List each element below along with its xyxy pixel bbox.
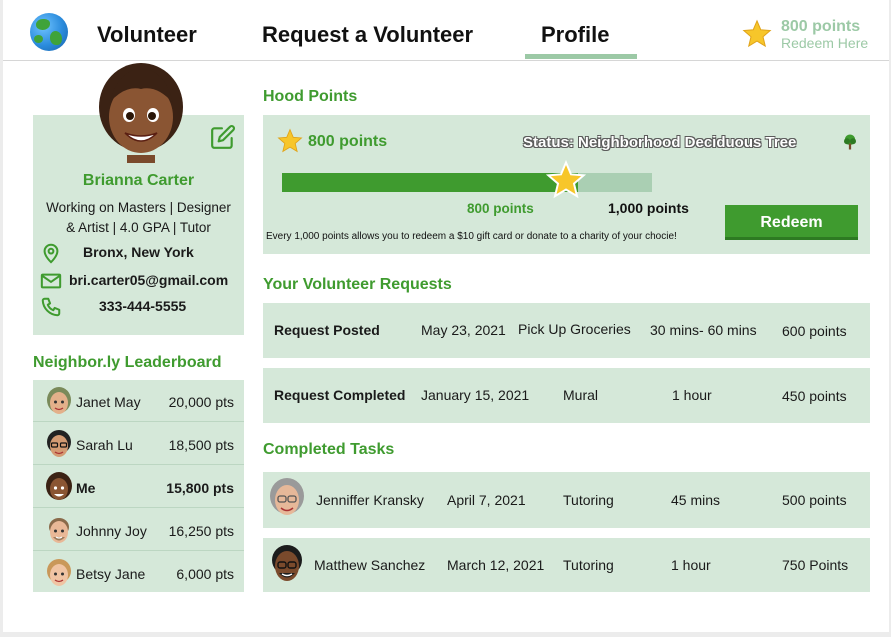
- profile-bio-line-1: Working on Masters | Designer: [46, 200, 231, 215]
- request-points: 450 points: [782, 388, 847, 404]
- progress-current-label: 800 points: [467, 201, 534, 216]
- hood-points-total: 800 points: [308, 133, 388, 150]
- star-icon: [742, 19, 772, 48]
- avatar: [47, 559, 71, 586]
- profile-phone-text: 333-444-5555: [99, 298, 187, 314]
- request-duration: 30 mins- 60 mins: [650, 322, 757, 338]
- leaderboard-name: Johnny Joy: [76, 523, 147, 539]
- avatar: [47, 387, 71, 414]
- request-points: 600 points: [782, 323, 847, 339]
- completed-date: April 7, 2021: [447, 492, 526, 508]
- request-task: Mural: [563, 387, 599, 403]
- avatar: [99, 63, 183, 163]
- hood-points-title: Hood Points: [263, 88, 358, 105]
- leaderboard-points: 15,800 pts: [166, 480, 234, 496]
- completed-task: Tutoring: [563, 492, 614, 508]
- profile-bio-line-2: & Artist | 4.0 GPA | Tutor: [66, 220, 211, 235]
- avatar: [47, 430, 71, 457]
- leaderboard-row[interactable]: Johnny Joy 16,250 pts: [33, 509, 244, 551]
- completed-duration: 45 mins: [671, 492, 721, 508]
- completed-task-row[interactable]: Matthew Sanchez March 12, 2021 Tutoring …: [263, 538, 870, 592]
- profile-phone: 333-444-5555: [33, 296, 244, 318]
- completed-name: Jenniffer Kransky: [316, 492, 424, 508]
- leaderboard: Janet May 20,000 pts Sarah Lu 18,500 pts…: [33, 380, 244, 592]
- completed-name: Matthew Sanchez: [314, 557, 426, 573]
- progress-bar: [282, 173, 652, 192]
- leaderboard-points: 18,500 pts: [168, 437, 234, 453]
- leaderboard-points: 6,000 pts: [176, 566, 234, 582]
- leaderboard-name: Janet May: [76, 394, 141, 410]
- completed-date: March 12, 2021: [447, 557, 545, 573]
- leaderboard-points: 20,000 pts: [168, 394, 234, 410]
- request-date: May 23, 2021: [421, 322, 506, 338]
- top-nav: Volunteer Request a Volunteer Profile 80…: [3, 0, 889, 61]
- completed-duration: 1 hour: [671, 557, 711, 573]
- globe-logo-icon[interactable]: [30, 13, 68, 51]
- request-status: Request Completed: [274, 387, 406, 403]
- status-badge: Status: Neighborhood Deciduous Tree: [523, 134, 797, 151]
- nav-request-volunteer[interactable]: Request a Volunteer: [262, 22, 473, 48]
- leaderboard-row[interactable]: Janet May 20,000 pts: [33, 380, 244, 422]
- nav-points-total: 800 points: [781, 18, 861, 35]
- profile-location: Bronx, New York: [33, 242, 244, 264]
- redeem-button[interactable]: Redeem: [725, 205, 858, 240]
- nav-volunteer[interactable]: Volunteer: [97, 22, 197, 48]
- profile-bio: Working on Masters | Designer & Artist |…: [33, 198, 244, 238]
- profile-name: Brianna Carter: [82, 172, 195, 189]
- request-status: Request Posted: [274, 322, 380, 338]
- leaderboard-name: Sarah Lu: [76, 437, 133, 453]
- request-task: Pick Up Groceries: [518, 321, 631, 337]
- request-duration: 1 hour: [672, 387, 712, 403]
- location-pin-icon: [43, 243, 59, 264]
- leaderboard-row[interactable]: Sarah Lu 18,500 pts: [33, 423, 244, 465]
- completed-task: Tutoring: [563, 557, 614, 573]
- active-tab-indicator: [525, 54, 637, 59]
- request-row[interactable]: Request Posted May 23, 2021 Pick Up Groc…: [263, 303, 870, 358]
- nav-profile[interactable]: Profile: [541, 22, 609, 48]
- profile-email-text[interactable]: bri.carter05@gmail.com: [69, 272, 228, 288]
- avatar: [272, 545, 302, 581]
- volunteer-requests-title: Your Volunteer Requests: [263, 276, 452, 293]
- completed-task-row[interactable]: Jenniffer Kransky April 7, 2021 Tutoring…: [263, 472, 870, 528]
- leaderboard-points: 16,250 pts: [168, 523, 234, 539]
- phone-icon: [41, 297, 61, 317]
- leaderboard-name: Me: [76, 480, 96, 496]
- leaderboard-title: Neighbor.ly Leaderboard: [33, 354, 222, 371]
- hood-points-note: Every 1,000 points allows you to redeem …: [266, 231, 677, 242]
- nav-redeem-link[interactable]: Redeem Here: [781, 35, 868, 51]
- profile-location-text: Bronx, New York: [83, 244, 194, 260]
- profile-email: bri.carter05@gmail.com: [33, 270, 244, 292]
- avatar: [49, 518, 69, 543]
- completed-points: 750 Points: [782, 557, 849, 573]
- progress-bar-fill: [282, 173, 578, 192]
- completed-points: 500 points: [782, 492, 847, 508]
- leaderboard-row[interactable]: Betsy Jane 6,000 pts: [33, 552, 244, 594]
- star-icon: [545, 160, 587, 199]
- progress-max-label: 1,000 points: [608, 200, 689, 216]
- mail-icon: [40, 273, 62, 289]
- tree-icon: [844, 134, 856, 150]
- request-date: January 15, 2021: [421, 387, 530, 403]
- avatar: [46, 472, 72, 500]
- profile-page: Volunteer Request a Volunteer Profile 80…: [3, 0, 889, 632]
- avatar: [270, 478, 304, 515]
- leaderboard-row-me[interactable]: Me 15,800 pts: [33, 466, 244, 508]
- star-icon: [277, 128, 303, 153]
- request-row[interactable]: Request Completed January 15, 2021 Mural…: [263, 368, 870, 423]
- edit-icon[interactable]: [210, 124, 236, 150]
- completed-tasks-title: Completed Tasks: [263, 441, 395, 458]
- leaderboard-name: Betsy Jane: [76, 566, 146, 582]
